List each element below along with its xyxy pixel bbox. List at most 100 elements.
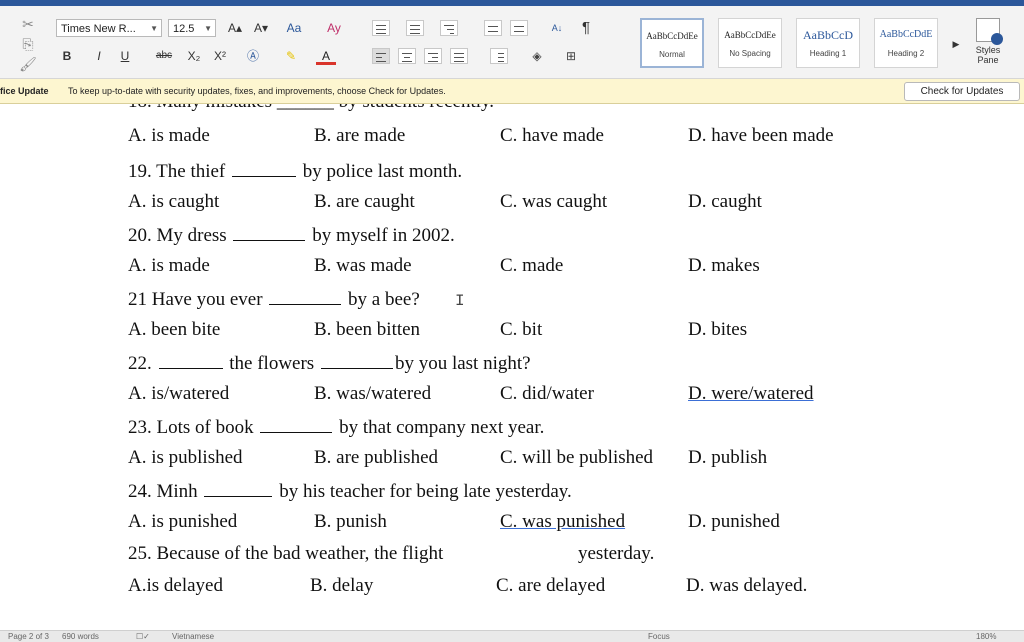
question-suffix: by that company next year. xyxy=(339,417,545,438)
line-spacing-icon[interactable] xyxy=(490,48,508,64)
font-name-field[interactable]: Times New R... ▼ xyxy=(56,19,162,37)
document-page[interactable]: 18. Many mistakes ______ by students rec… xyxy=(0,104,1024,630)
option-a: A. is made xyxy=(128,255,210,276)
option-d: D. have been made xyxy=(688,125,834,146)
option-b: B. are caught xyxy=(314,191,415,212)
question-text: 19. The thief by police last month. xyxy=(128,158,462,182)
proofing-icon[interactable]: ☐✓ xyxy=(136,631,150,642)
option-c: C. was caught xyxy=(500,191,608,212)
option-b: B. are published xyxy=(314,447,439,468)
message-bar-title: fice Update xyxy=(0,86,49,96)
style-preview: AaBbCcD xyxy=(803,28,853,42)
option-a: A. is punished xyxy=(128,511,238,532)
answer-blank xyxy=(320,350,393,369)
style-name: Heading 1 xyxy=(809,49,847,58)
sort-button[interactable]: A↓ xyxy=(546,18,568,38)
increase-indent-icon[interactable] xyxy=(510,20,528,36)
question-prefix: 20. My dress xyxy=(128,225,227,246)
decrease-indent-icon[interactable] xyxy=(484,20,502,36)
option-c: C. have made xyxy=(500,125,604,146)
option-a: A.is delayed xyxy=(128,575,223,596)
question-suffix: by myself in 2002. xyxy=(312,225,455,246)
superscript-button[interactable]: X² xyxy=(210,46,230,66)
question-prefix: 19. The thief xyxy=(128,161,226,182)
format-painter-icon[interactable]: 🖌 xyxy=(14,54,42,74)
answer-blank xyxy=(204,478,273,497)
styles-pane-label: Styles xyxy=(975,45,1001,55)
option-c: C. bit xyxy=(500,319,543,340)
justify-icon[interactable] xyxy=(450,48,468,64)
question-text: 20. My dress by myself in 2002. xyxy=(128,222,455,246)
option-a: A. is made xyxy=(128,125,210,146)
font-size-field[interactable]: 12.5 ▼ xyxy=(168,19,216,37)
chevron-down-icon: ▼ xyxy=(204,24,212,33)
style-preview: AaBbCcDdE xyxy=(879,29,933,40)
bold-button[interactable]: B xyxy=(58,46,76,66)
underline-button[interactable]: U xyxy=(116,46,134,66)
question-prefix: 21 Have you ever xyxy=(128,289,263,310)
option-a: A. is published xyxy=(128,447,243,468)
option-b: B. delay xyxy=(310,575,374,596)
text-cursor-icon: I xyxy=(455,292,465,310)
copy-icon[interactable]: ⎘ xyxy=(14,34,42,54)
question-middle: the flowers xyxy=(229,353,315,374)
styles-pane-button[interactable]: Styles Pane xyxy=(968,18,1008,65)
pilcrow-button[interactable]: ¶ xyxy=(576,18,596,38)
question-suffix: yesterday. xyxy=(578,543,655,564)
align-right-icon[interactable] xyxy=(424,48,442,64)
numbering-icon[interactable] xyxy=(406,20,424,36)
align-left-icon[interactable] xyxy=(372,48,390,64)
answer-blank xyxy=(233,222,306,241)
style-name: Heading 2 xyxy=(887,49,925,58)
italic-button[interactable]: I xyxy=(90,46,108,66)
text-effects-icon[interactable]: Ⓐ xyxy=(242,46,264,66)
style-normal[interactable]: AaBbCcDdEe Normal xyxy=(640,18,704,68)
style-preview: AaBbCcDdEe xyxy=(646,31,698,41)
question-text: 21 Have you ever by a bee? xyxy=(128,286,420,310)
option-d: D. publish xyxy=(688,447,768,468)
subscript-button[interactable]: X₂ xyxy=(184,46,204,66)
chevron-down-icon: ▼ xyxy=(150,24,158,33)
option-c: C. made xyxy=(500,255,564,276)
strikethrough-button[interactable]: abc xyxy=(152,46,176,66)
gallery-expand-icon[interactable]: ▶ xyxy=(950,34,962,54)
option-a: A. is/watered xyxy=(128,383,230,404)
highlight-icon[interactable]: ✎ xyxy=(280,46,302,66)
word-count[interactable]: 690 words xyxy=(62,631,99,642)
clear-formatting-icon[interactable]: Ay xyxy=(322,18,346,38)
align-center-icon[interactable] xyxy=(398,48,416,64)
shading-icon[interactable]: ◈ xyxy=(526,46,548,66)
change-case-icon[interactable]: Aa xyxy=(282,18,306,38)
shrink-font-button[interactable]: A▾ xyxy=(250,18,272,38)
multilevel-list-icon[interactable] xyxy=(440,20,458,36)
option-a: A. been bite xyxy=(128,319,221,340)
option-d: D. makes xyxy=(688,255,760,276)
option-b: B. are made xyxy=(314,125,406,146)
page-count[interactable]: Page 2 of 3 xyxy=(8,631,49,642)
ribbon-toolbar: ✂ ⎘ 🖌 Times New R... ▼ 12.5 ▼ A▴ A▾ Aa Ay … xyxy=(0,6,1024,79)
cut-icon[interactable]: ✂ xyxy=(14,14,42,34)
answer-blank xyxy=(260,414,333,433)
style-no-spacing[interactable]: AaBbCcDdEe No Spacing xyxy=(718,18,782,68)
option-b: B. been bitten xyxy=(314,319,421,340)
style-name: No Spacing xyxy=(729,49,771,58)
bullets-icon[interactable] xyxy=(372,20,390,36)
message-bar-text: To keep up-to-date with security updates… xyxy=(68,86,446,96)
focus-button[interactable]: Focus xyxy=(648,631,670,642)
borders-icon[interactable]: ⊞ xyxy=(560,46,582,66)
style-heading-1[interactable]: AaBbCcD Heading 1 xyxy=(796,18,860,68)
styles-gallery: AaBbCcDdEe Normal AaBbCcDdEe No Spacing … xyxy=(638,14,948,72)
styles-pane-label: Pane xyxy=(977,55,999,65)
option-a: A. is caught xyxy=(128,191,220,212)
check-for-updates-button[interactable]: Check for Updates xyxy=(904,82,1020,101)
question-prefix: 24. Minh xyxy=(128,481,198,502)
clipboard-group: ✂ ⎘ 🖌 xyxy=(14,14,42,74)
font-name-value: Times New R... xyxy=(61,23,136,35)
option-b: B. was made xyxy=(314,255,412,276)
question-suffix: by his teacher for being late yesterday. xyxy=(279,481,572,502)
language[interactable]: Vietnamese xyxy=(172,631,214,642)
style-heading-2[interactable]: AaBbCcDdE Heading 2 xyxy=(874,18,938,68)
font-color-button[interactable]: A xyxy=(316,46,336,65)
grow-font-button[interactable]: A▴ xyxy=(224,18,246,38)
zoom-level[interactable]: 180% xyxy=(976,631,996,642)
